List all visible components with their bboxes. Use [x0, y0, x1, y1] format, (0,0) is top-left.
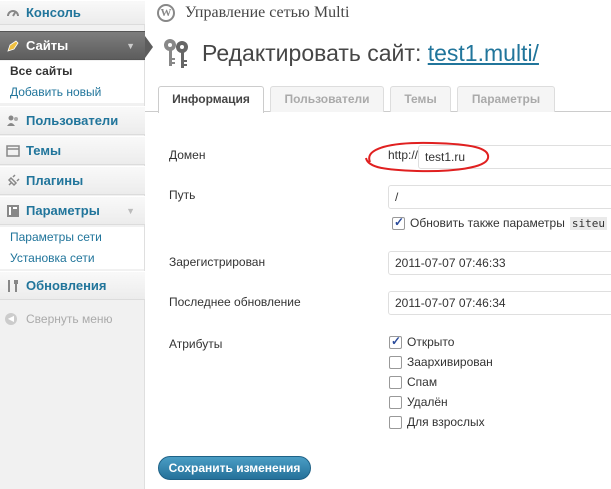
attribute-deleted-label: Удалён: [407, 395, 448, 409]
attribute-spam[interactable]: Спам: [389, 375, 437, 389]
attribute-mature-checkbox[interactable]: [389, 415, 402, 429]
menu-plugins[interactable]: Плагины: [0, 166, 145, 195]
menu-plugins-label: Плагины: [26, 173, 84, 188]
submenu-network-setup[interactable]: Установка сети: [0, 248, 144, 269]
attribute-open-checkbox[interactable]: [389, 334, 402, 349]
tools-icon: [0, 279, 26, 293]
settings-icon: [0, 204, 26, 218]
network-header: W Управление сетью Multi: [145, 0, 611, 26]
tab-themes[interactable]: Темы: [390, 86, 451, 112]
attribute-archived[interactable]: Заархивирован: [389, 355, 493, 369]
sites-icon: [0, 39, 26, 53]
attribute-mature-label: Для взрослых: [407, 415, 485, 429]
update-params-row[interactable]: Обновить также параметры siteu: [392, 215, 607, 230]
attribute-archived-label: Заархивирован: [407, 355, 493, 369]
attribute-deleted-checkbox[interactable]: [389, 395, 402, 409]
menu-themes-label: Темы: [26, 143, 62, 158]
dashboard-icon: [0, 6, 26, 20]
menu-settings-label: Параметры: [26, 203, 100, 218]
plug-icon: [0, 173, 26, 188]
page-heading: Редактировать сайт: test1.multi/: [202, 40, 539, 67]
settings-submenu: Параметры сети Установка сети: [0, 227, 144, 269]
themes-icon: [0, 144, 26, 158]
menu-sites-label: Сайты: [26, 38, 69, 53]
path-label: Путь: [169, 188, 196, 202]
registered-label: Зарегистрирован: [169, 255, 266, 269]
collapse-menu-label: Свернуть меню: [26, 312, 113, 326]
tab-bar: Информация Пользователи Темы Параметры: [145, 86, 611, 113]
submenu-add-new[interactable]: Добавить новый: [0, 82, 144, 103]
path-input[interactable]: /: [388, 185, 611, 209]
tab-users[interactable]: Пользователи: [270, 86, 384, 112]
keys-icon: [164, 39, 188, 68]
menu-themes[interactable]: Темы: [0, 136, 145, 165]
attribute-mature[interactable]: Для взрослых: [389, 415, 485, 429]
submenu-network-settings[interactable]: Параметры сети: [0, 227, 144, 248]
update-params-label: Обновить также параметры: [410, 216, 565, 230]
submenu-all-sites[interactable]: Все сайты: [0, 61, 144, 82]
chevron-down-icon[interactable]: ▼: [126, 41, 135, 51]
users-icon: [0, 114, 26, 128]
updated-input[interactable]: 2011-07-07 07:46:34: [388, 291, 611, 315]
sites-submenu: Все сайты Добавить новый: [0, 61, 144, 103]
update-params-code: siteu: [569, 216, 607, 230]
menu-users[interactable]: Пользователи: [0, 106, 145, 135]
menu-console[interactable]: Консоль: [0, 0, 145, 25]
menu-console-label: Консоль: [26, 5, 81, 20]
chevron-down-icon[interactable]: ▼: [126, 206, 135, 216]
attribute-archived-checkbox[interactable]: [389, 355, 402, 369]
tab-info[interactable]: Информация: [158, 86, 264, 113]
tab-settings[interactable]: Параметры: [457, 86, 555, 112]
page-title: Редактировать сайт: test1.multi/: [162, 36, 539, 70]
registered-input[interactable]: 2011-07-07 07:46:33: [388, 251, 611, 275]
menu-settings[interactable]: Параметры ▼: [0, 196, 145, 225]
updated-label: Последнее обновление: [169, 295, 301, 309]
save-changes-button[interactable]: Сохранить изменения: [158, 456, 311, 480]
attributes-label: Атрибуты: [169, 337, 223, 351]
menu-updates-label: Обновления: [26, 278, 107, 293]
attribute-spam-checkbox[interactable]: [389, 375, 402, 389]
menu-sites[interactable]: Сайты ▼: [0, 31, 153, 60]
domain-label: Домен: [169, 148, 206, 162]
menu-users-label: Пользователи: [26, 113, 119, 128]
site-link[interactable]: test1.multi/: [428, 40, 539, 66]
attribute-open-label: Открыто: [407, 335, 455, 349]
update-params-checkbox[interactable]: [392, 215, 405, 230]
collapse-menu[interactable]: ◀ Свернуть меню: [5, 312, 113, 326]
admin-sidebar: Консоль Сайты ▼ Все сайты Добавить новый…: [0, 0, 153, 489]
wordpress-logo-icon: W: [157, 4, 175, 22]
attribute-deleted[interactable]: Удалён: [389, 395, 448, 409]
menu-updates[interactable]: Обновления: [0, 271, 145, 300]
attribute-spam-label: Спам: [407, 375, 438, 389]
attribute-open[interactable]: Открыто: [389, 334, 455, 349]
page-title-prefix: Редактировать сайт:: [202, 39, 422, 66]
network-title: Управление сетью Multi: [185, 4, 350, 21]
collapse-arrow-icon: ◀: [5, 313, 17, 325]
red-circle-annotation: [365, 141, 490, 173]
